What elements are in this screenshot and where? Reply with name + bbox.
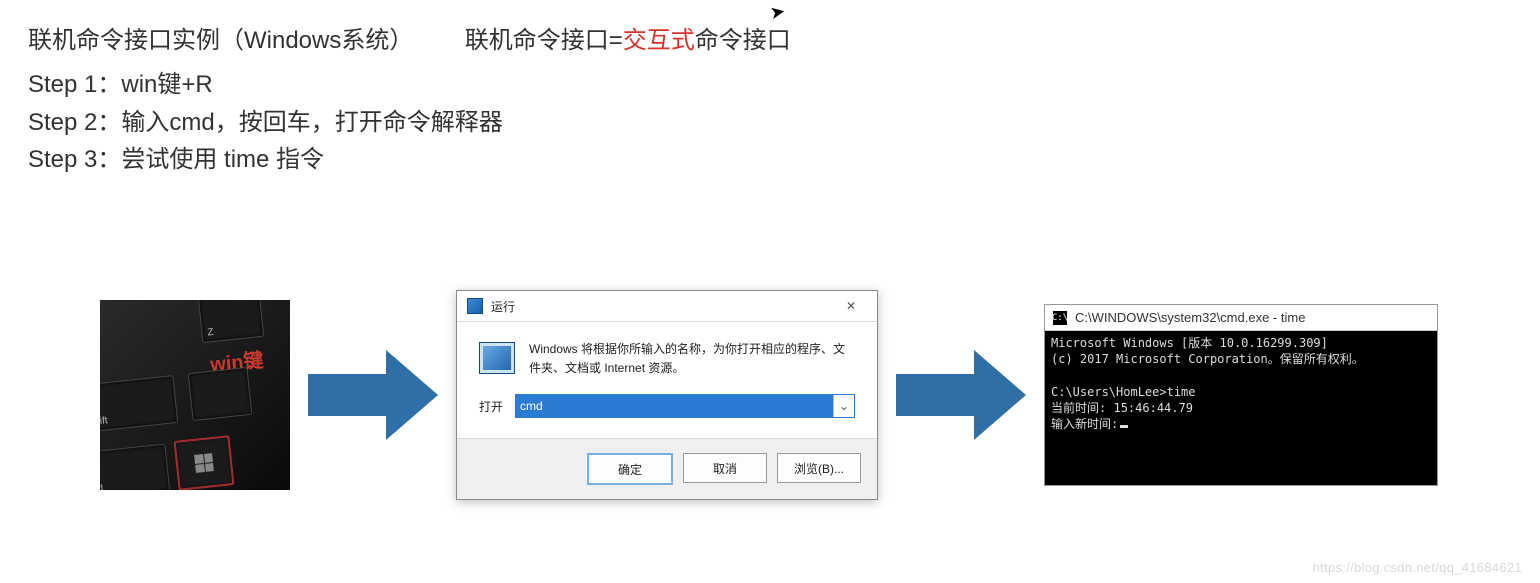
cmd-titlebar: C:\ C:\WINDOWS\system32\cmd.exe - time: [1045, 305, 1437, 331]
open-input-value: cmd: [516, 395, 833, 417]
cmd-current-time-value: 15:46:44.79: [1113, 401, 1192, 415]
run-body: Windows 将根据你所输入的名称，为你打开相应的程序、文件夹、文档或 Int…: [457, 322, 877, 390]
watermark: https://blog.csdn.net/qq_41684621: [1313, 560, 1522, 575]
run-titlebar: 运行 ✕: [457, 291, 877, 322]
run-dialog: 运行 ✕ Windows 将根据你所输入的名称，为你打开相应的程序、文件夹、文档…: [456, 290, 878, 500]
cmd-line2: (c) 2017 Microsoft Corporation。保留所有权利。: [1051, 352, 1364, 366]
arrow-icon: [308, 350, 438, 440]
title-red: 交互式: [623, 27, 695, 54]
keyboard-image: Z win键 Shift Ctrl: [100, 300, 290, 490]
run-title: 运行: [491, 298, 515, 315]
windows-logo-icon: [194, 453, 214, 473]
page-root: ➤ 联机命令接口实例（Windows系统） 联机命令接口=交互式命令接口 Ste…: [0, 0, 1540, 583]
key-ctrl: Ctrl: [100, 444, 170, 490]
browse-button-label: 浏览(B)...: [794, 460, 844, 477]
title-part1: 联机命令接口实例（Windows系统）: [28, 27, 413, 54]
cancel-button[interactable]: 取消: [683, 453, 767, 483]
mouse-cursor-icon: ➤: [768, 1, 787, 24]
key-shift: Shift: [100, 375, 178, 433]
run-open-row: 打开 cmd ⌄: [457, 390, 877, 438]
cmd-body[interactable]: Microsoft Windows [版本 10.0.16299.309] (c…: [1045, 331, 1437, 485]
cmd-title-icon: C:\: [1053, 311, 1067, 325]
browse-button[interactable]: 浏览(B)...: [777, 453, 861, 483]
cmd-window: C:\ C:\WINDOWS\system32\cmd.exe - time M…: [1044, 304, 1438, 486]
arrow-icon: [896, 350, 1026, 440]
cancel-button-label: 取消: [713, 460, 737, 477]
steps-block: Step 1：win键+R Step 2：输入cmd，按回车，打开命令解释器 S…: [28, 66, 791, 178]
chevron-down-icon: ⌄: [833, 395, 854, 417]
title-part2a: 联机命令接口=: [465, 27, 623, 54]
run-title-icon: [467, 298, 483, 314]
ok-button-label: 确定: [618, 461, 642, 478]
key-win: [174, 435, 235, 490]
run-button-bar: 确定 取消 浏览(B)...: [457, 438, 877, 499]
run-description: Windows 将根据你所输入的名称，为你打开相应的程序、文件夹、文档或 Int…: [529, 340, 855, 378]
run-body-icon: [479, 342, 515, 374]
header-block: 联机命令接口实例（Windows系统） 联机命令接口=交互式命令接口 Step …: [28, 22, 791, 178]
key-blank: [188, 367, 253, 421]
step-1: Step 1：win键+R: [28, 66, 791, 103]
cmd-new-time-label: 输入新时间:: [1051, 417, 1118, 431]
step-3: Step 3：尝试使用 time 指令: [28, 141, 791, 178]
cmd-prompt: C:\Users\HomLee>time: [1051, 385, 1196, 399]
title-part2b: 命令接口: [695, 27, 791, 54]
close-button[interactable]: ✕: [833, 297, 869, 315]
cmd-title: C:\WINDOWS\system32\cmd.exe - time: [1075, 310, 1305, 325]
illustration-row: Z win键 Shift Ctrl 运行 ✕: [100, 290, 1438, 500]
step-2: Step 2：输入cmd，按回车，打开命令解释器: [28, 104, 791, 141]
ok-button[interactable]: 确定: [587, 453, 673, 485]
title-line: 联机命令接口实例（Windows系统） 联机命令接口=交互式命令接口: [28, 22, 791, 60]
open-label: 打开: [479, 398, 503, 415]
close-icon: ✕: [846, 299, 856, 313]
open-combobox[interactable]: cmd ⌄: [515, 394, 855, 418]
text-cursor-icon: [1120, 425, 1128, 428]
cmd-line1: Microsoft Windows [版本 10.0.16299.309]: [1051, 336, 1328, 350]
key-z: Z: [198, 300, 264, 343]
cmd-current-time-label: 当前时间:: [1051, 401, 1106, 415]
